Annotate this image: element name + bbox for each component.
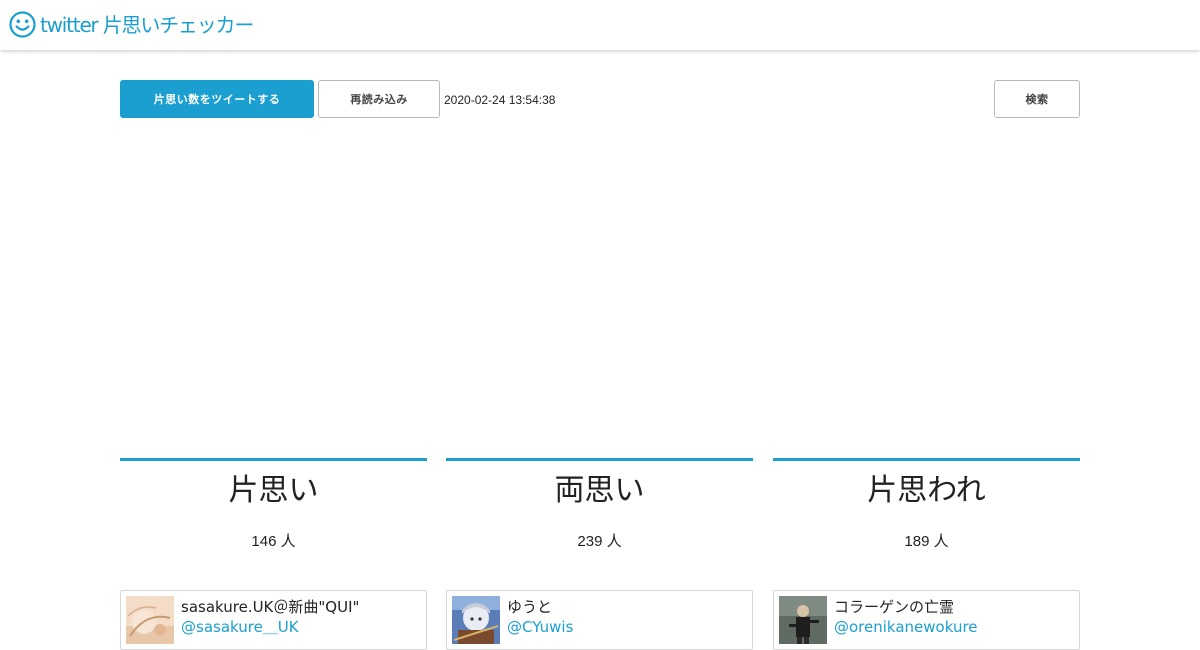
column-mutual: 両思い 239 人 ゆうと @CYuwis: [446, 458, 753, 650]
last-updated-timestamp: 2020-02-24 13:54:38: [444, 93, 556, 107]
column-title: 片思われ: [867, 473, 986, 508]
user-card[interactable]: ゆうと @CYuwis: [446, 590, 753, 650]
app-title: twitter 片思いチェッカー: [40, 12, 254, 37]
avatar: [452, 596, 500, 644]
user-card[interactable]: コラーゲンの亡霊 @orenikanewokure: [773, 590, 1080, 650]
user-display-name: ゆうと: [507, 598, 553, 616]
column-count: 239 人: [577, 533, 622, 550]
tweet-count-button[interactable]: 片思い数をツイートする: [120, 80, 314, 118]
column-one-sided: 片思い 146 人 sasakure.UK＠新曲"QUI" @sasakure＿…: [120, 458, 427, 650]
column-divider: [446, 458, 753, 461]
avatar: [779, 596, 827, 644]
column-title: 片思い: [228, 473, 319, 508]
column-count: 189 人: [904, 533, 949, 550]
column-divider: [120, 458, 427, 461]
avatar: [126, 596, 174, 644]
column-followed: 片思われ 189 人 コラーゲンの亡霊 @orenikanewokure: [773, 458, 1080, 650]
brand-link[interactable]: twitter 片思いチェッカー: [9, 11, 254, 38]
user-handle-link[interactable]: @orenikanewokure: [834, 618, 978, 636]
search-button[interactable]: 検索: [994, 80, 1080, 118]
user-display-name: sasakure.UK＠新曲"QUI": [181, 598, 360, 616]
reload-button[interactable]: 再読み込み: [318, 80, 440, 118]
column-divider: [773, 458, 1080, 461]
column-count: 146 人: [251, 533, 296, 550]
user-handle-link[interactable]: @CYuwis: [507, 618, 573, 636]
user-card[interactable]: sasakure.UK＠新曲"QUI" @sasakure＿UK: [120, 590, 427, 650]
user-handle-link[interactable]: @sasakure＿UK: [181, 618, 299, 636]
app-header: twitter 片思いチェッカー: [0, 0, 1200, 50]
smiley-icon: [9, 11, 36, 38]
column-title: 両思い: [554, 473, 645, 508]
user-display-name: コラーゲンの亡霊: [834, 598, 955, 616]
